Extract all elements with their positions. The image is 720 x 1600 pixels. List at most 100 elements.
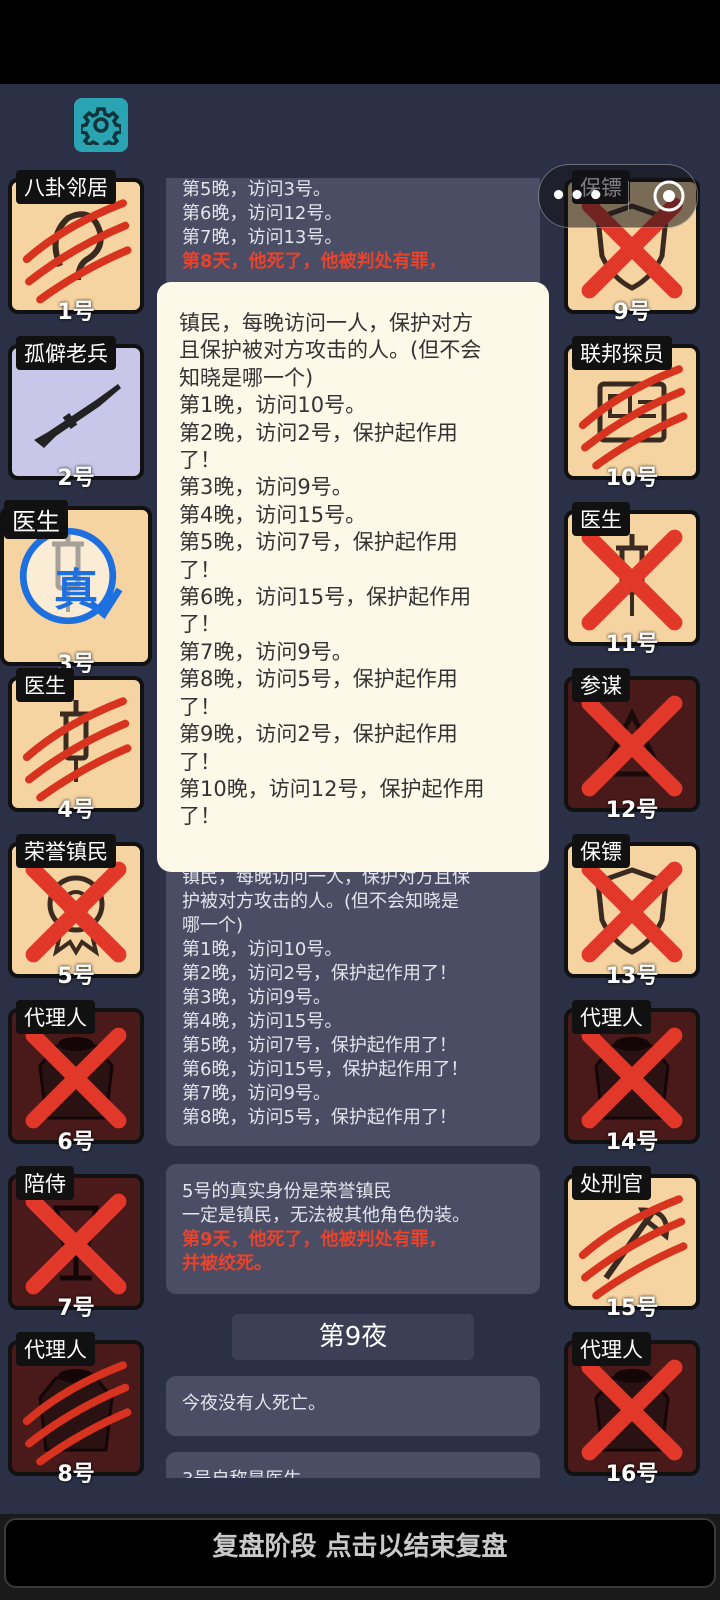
player-card-15号[interactable]: 处刑官 15号	[564, 1166, 700, 1321]
player-card-8号[interactable]: 代理人 8号	[8, 1332, 144, 1487]
capsule-divider	[628, 181, 630, 211]
player-role-label: 荣誉镇民	[16, 834, 116, 868]
player-card-12号[interactable]: 参谋 12号	[564, 668, 700, 823]
popup-line: 第5晚，访问7号，保护起作用	[179, 530, 458, 555]
log-line: 第1晚，访问10号。	[182, 939, 343, 960]
claw-scratch-mark	[22, 199, 132, 304]
player-number: 4号	[57, 798, 95, 823]
claw-scratch-mark	[578, 1195, 688, 1300]
log-line: 第8晚，访问5号，保护起作用了！	[182, 1107, 457, 1128]
dead-cross-mark	[581, 861, 683, 963]
dead-cross-mark	[25, 1027, 127, 1129]
popup-text: 镇民，每晚访问一人，保护对方 且保护被对方攻击的人。(但不会 知晓是哪一个) 第1晚，…	[179, 310, 529, 831]
player-number: 1号	[57, 300, 95, 325]
player-card-7号[interactable]: 陪侍 7号	[8, 1166, 144, 1321]
popup-line: 了！	[179, 694, 221, 719]
verified-badge-text: 真	[54, 565, 98, 616]
target-circle-icon[interactable]	[652, 179, 686, 213]
log-line: 今夜没有人死亡。	[182, 1393, 326, 1414]
mini-program-capsule: •••	[538, 164, 698, 228]
player-card-4号[interactable]: 医生 4号	[8, 668, 144, 823]
popup-line: 了！	[179, 612, 221, 637]
log-line: 第5晚，访问7号，保护起作用了！	[182, 1035, 457, 1056]
player-number: 5号	[57, 964, 95, 989]
player-card-13号[interactable]: 保镖 13号	[564, 834, 700, 989]
bottom-bar: 复盘阶段 点击以结束复盘	[0, 1514, 720, 1600]
popup-line: 了！	[179, 557, 221, 582]
claw-scratch-mark	[22, 697, 132, 802]
player-number: 2号	[57, 466, 95, 491]
player-card-5号[interactable]: 荣誉镇民 5号	[8, 834, 144, 989]
player-card-10号[interactable]: 联邦探员 10号	[564, 336, 700, 491]
log-line: 第7晚，访问13号。	[182, 227, 343, 248]
log-line: 3号自称是医生	[182, 1468, 524, 1478]
log-line: 第6晚，访问15号，保护起作用了！	[182, 1059, 469, 1080]
log-death-line: 第8天，他死了，他被判处有罪，	[182, 251, 447, 272]
player-number: 10号	[605, 466, 659, 491]
player-card-16号[interactable]: 代理人 16号	[564, 1332, 700, 1487]
player-number: 12号	[605, 798, 659, 823]
popup-line: 镇民，每晚访问一人，保护对方	[179, 311, 473, 335]
log-entry: 5号的真实身份是荣誉镇民 一定是镇民，无法被其他角色伪装。 第9天，他死了，他被…	[166, 1164, 540, 1294]
player-role-label: 代理人	[572, 1000, 651, 1034]
popup-line: 第8晚，访问5号，保护起作用	[179, 667, 458, 692]
popup-line: 了！	[179, 804, 221, 829]
dead-cross-mark	[581, 529, 683, 631]
more-dots-icon[interactable]: •••	[550, 181, 606, 211]
log-line: 第4晚，访问15号。	[182, 1011, 343, 1032]
end-review-button[interactable]: 复盘阶段 点击以结束复盘	[4, 1518, 716, 1588]
player-number: 6号	[57, 1130, 95, 1155]
log-line: 第3晚，访问9号。	[182, 987, 331, 1008]
dead-cross-mark	[581, 1359, 683, 1461]
log-line: 第7晚，访问9号。	[182, 1083, 331, 1104]
popup-line: 第4晚，访问15号。	[179, 502, 367, 527]
player-number: 7号	[57, 1296, 95, 1321]
player-card-3号[interactable]: 真医生 3号	[0, 500, 152, 677]
player-card-6号[interactable]: 代理人 6号	[8, 1000, 144, 1155]
player-role-label: 八卦邻居	[16, 170, 116, 204]
dead-cross-mark	[25, 861, 127, 963]
player-card-14号[interactable]: 代理人 14号	[564, 1000, 700, 1155]
log-entry: 今夜没有人死亡。	[166, 1376, 540, 1436]
popup-line: 了！	[179, 749, 221, 774]
role-detail-popup[interactable]: 镇民，每晚访问一人，保护对方 且保护被对方攻击的人。(但不会 知晓是哪一个) 第1晚，…	[157, 282, 549, 872]
log-line: 哪一个)	[182, 915, 244, 936]
popup-line: 了！	[179, 448, 221, 473]
log-line: 第5晚，访问3号。	[182, 179, 331, 200]
player-role-label: 医生	[572, 502, 630, 536]
dead-cross-mark	[581, 695, 683, 797]
log-line: 第6晚，访问12号。	[182, 203, 343, 224]
popup-line: 第7晚，访问9号。	[179, 639, 353, 664]
log-entry: 第5晚，访问3号。 第6晚，访问12号。 第7晚，访问13号。 第8天，他死了，…	[166, 178, 540, 290]
player-role-label: 处刑官	[572, 1166, 651, 1200]
player-role-label: 孤僻老兵	[16, 336, 116, 370]
player-role-label: 联邦探员	[572, 336, 672, 370]
log-death-line: 并被绞死。	[182, 1253, 272, 1274]
settings-button[interactable]	[74, 98, 128, 152]
player-role-label: 代理人	[16, 1000, 95, 1034]
player-role-label: 保镖	[572, 834, 630, 868]
player-role-label: 陪侍	[16, 1166, 74, 1200]
player-number: 15号	[605, 1296, 659, 1321]
popup-line: 第2晚，访问2号，保护起作用	[179, 420, 458, 445]
player-card-1号[interactable]: 八卦邻居 1号	[8, 170, 144, 325]
log-entry: 3号自称是医生	[166, 1452, 540, 1478]
log-line: 护被对方攻击的人。(但不会知晓是	[182, 891, 460, 912]
log-line: 第2晚，访问2号，保护起作用了！	[182, 963, 457, 984]
player-role-label: 医生	[4, 500, 68, 539]
night-label: 第9夜	[232, 1314, 474, 1360]
player-card-2号[interactable]: 孤僻老兵 2号	[8, 336, 144, 491]
popup-line: 第10晚，访问12号，保护起作用	[179, 776, 485, 801]
claw-scratch-mark	[578, 365, 688, 470]
player-role-label: 代理人	[572, 1332, 651, 1366]
player-card-11号[interactable]: 医生 11号	[564, 502, 700, 657]
log-death-line: 第9天，他死了，他被判处有罪，	[182, 1229, 447, 1250]
player-role-label: 参谋	[572, 668, 630, 702]
popup-line: 知晓是哪一个)	[179, 365, 314, 390]
status-bar	[0, 0, 720, 84]
popup-line: 且保护被对方攻击的人。(但不会	[179, 338, 482, 363]
dead-cross-mark	[25, 1193, 127, 1295]
player-number: 14号	[605, 1130, 659, 1155]
log-entry: 镇民，每晚访问一人，保护对方且保 护被对方攻击的人。(但不会知晓是 哪一个) 第…	[166, 856, 540, 1146]
player-role-label: 代理人	[16, 1332, 95, 1366]
